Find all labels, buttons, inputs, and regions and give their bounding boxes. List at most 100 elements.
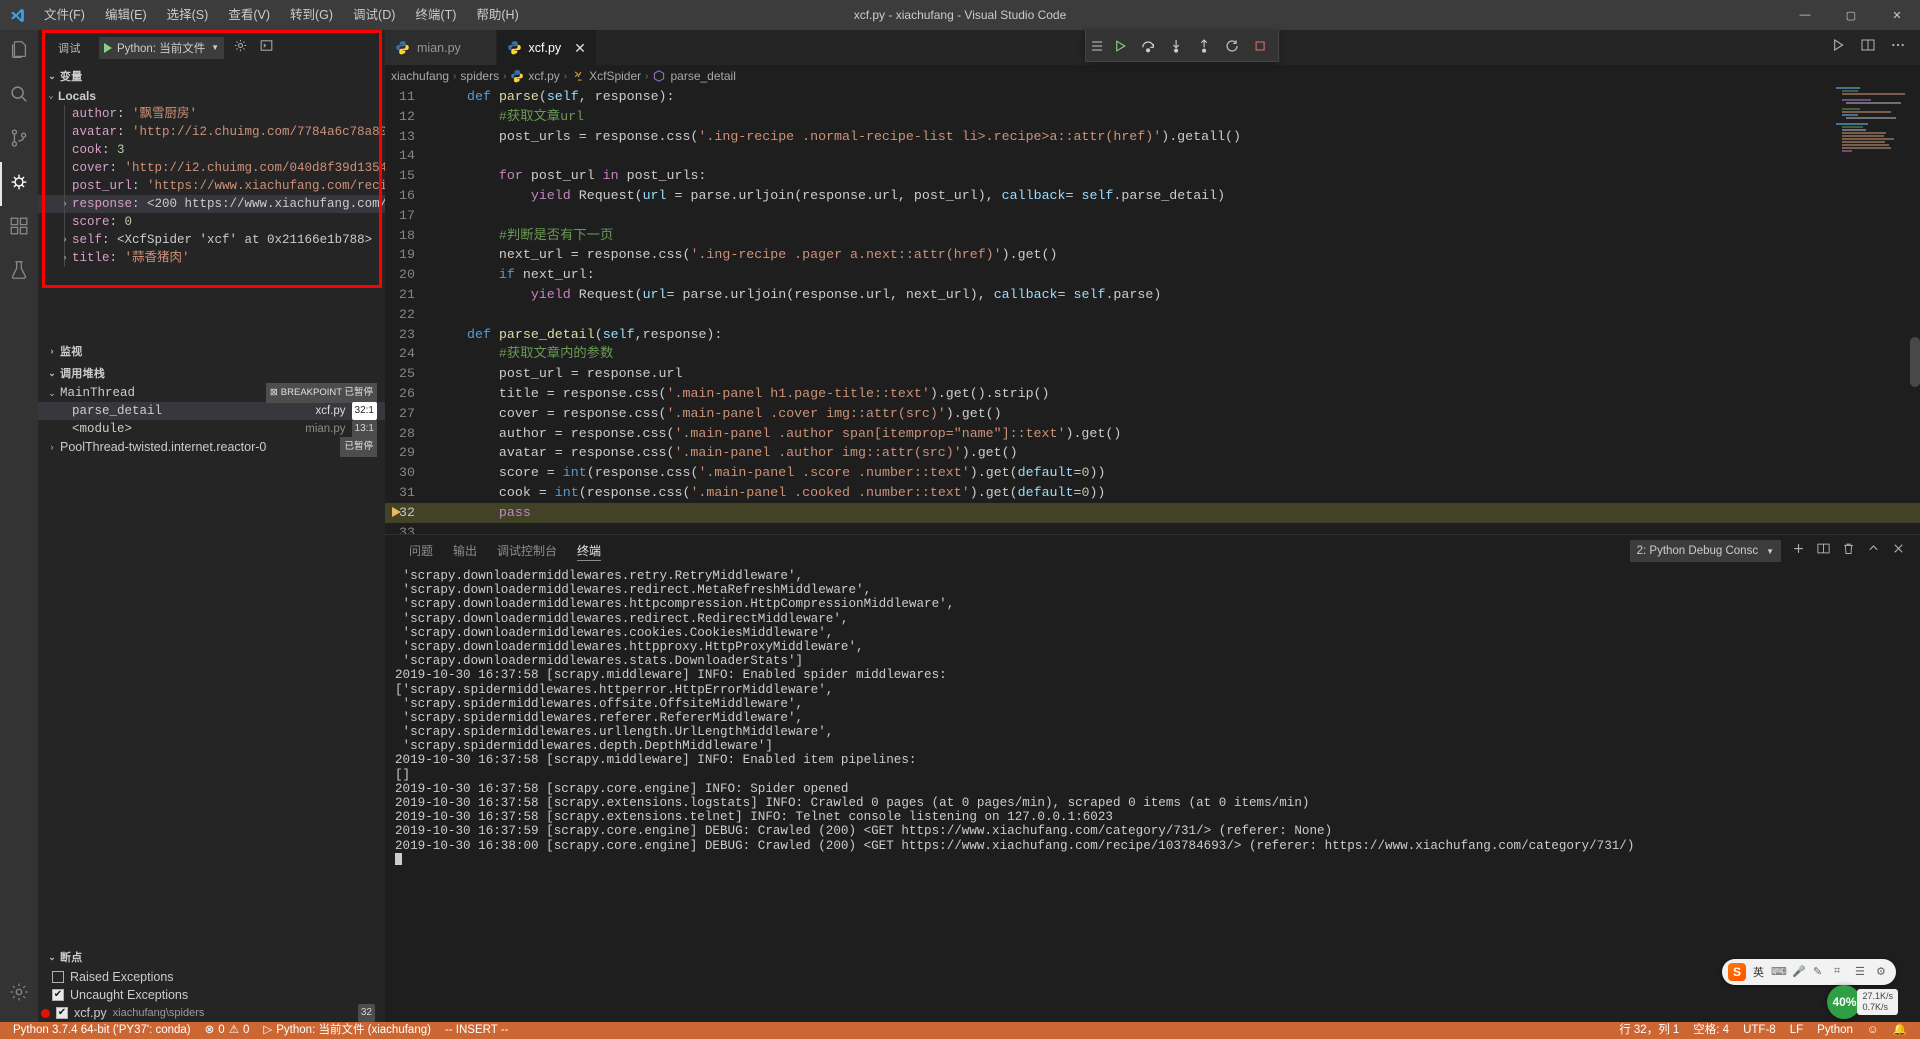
minimize-button[interactable]: — [1782, 0, 1828, 30]
chevron-down-icon[interactable]: ⌄ [44, 384, 60, 402]
status-language-mode[interactable]: Python [1810, 1022, 1860, 1039]
activity-settings[interactable] [0, 972, 38, 1016]
network-percent-ball[interactable]: 40% [1827, 985, 1862, 1019]
variable-row-response[interactable]: › response: <200 https://www.xiachufang.… [38, 195, 385, 213]
close-button[interactable]: ✕ [1874, 0, 1920, 30]
tab-debug-console[interactable]: 调试控制台 [487, 535, 567, 567]
callstack-frame-module[interactable]: <module> mian.py 13:1 [38, 420, 385, 438]
menu-file[interactable]: 文件(F) [34, 0, 95, 30]
ime-mode-label[interactable]: 英 [1753, 964, 1764, 980]
menu-debug[interactable]: 调试(D) [343, 0, 405, 30]
menu-view[interactable]: 查看(V) [218, 0, 280, 30]
breadcrumb-item-folder[interactable]: xiachufang [391, 69, 449, 83]
status-debug-target[interactable]: ▷ Python: 当前文件 (xiachufang) [256, 1022, 438, 1039]
section-breakpoints-header[interactable]: ⌄ 断点 [38, 946, 385, 968]
restart-button[interactable] [1220, 34, 1244, 58]
notifications-bell-icon[interactable]: 🔔 [1886, 1022, 1914, 1039]
activity-test[interactable] [0, 250, 38, 294]
tab-xcf-py[interactable]: xcf.py ✕ [496, 30, 597, 65]
toolbox-icon[interactable]: ☰ [1855, 965, 1869, 979]
checkbox[interactable]: ✔ [56, 1007, 68, 1019]
menu-goto[interactable]: 转到(G) [280, 0, 343, 30]
breakpoints-list[interactable]: Raised Exceptions ✔ Uncaught Exceptions … [38, 968, 385, 1022]
chevron-right-icon[interactable]: › [58, 195, 72, 213]
open-launch-json-button[interactable] [230, 38, 250, 58]
checkbox[interactable] [52, 971, 64, 983]
callstack-thread-mainthread[interactable]: ⌄ MainThread ⊠ BREAKPOINT 已暂停 [38, 383, 385, 403]
status-indentation[interactable]: 空格: 4 [1686, 1022, 1736, 1039]
activity-search[interactable] [0, 74, 38, 118]
variable-row-post-url[interactable]: post_url: 'https://www.xiachufang.com/re… [38, 177, 385, 195]
run-file-icon[interactable] [1830, 37, 1846, 58]
section-callstack-header[interactable]: ⌄ 调用堆栈 [38, 362, 385, 384]
status-eol[interactable]: LF [1783, 1022, 1810, 1039]
code-editor[interactable]: 11 def parse(self, response): 12 #获取文章url… [385, 87, 1920, 534]
keyboard-icon[interactable]: ⌨ [1771, 965, 1787, 979]
maximize-button[interactable]: ▢ [1828, 0, 1874, 30]
menu-terminal[interactable]: 终端(T) [405, 0, 466, 30]
step-out-button[interactable] [1192, 34, 1216, 58]
callstack-frame-parse-detail[interactable]: parse_detail xcf.py 32:1 [38, 402, 385, 420]
microphone-icon[interactable]: 🎤 [1792, 965, 1806, 979]
activity-extensions[interactable] [0, 206, 38, 250]
breakpoint-uncaught-exceptions[interactable]: ✔ Uncaught Exceptions [38, 986, 385, 1004]
kill-terminal-icon[interactable] [1841, 541, 1856, 561]
network-monitor-widget[interactable]: 40% 27.1K/s 0.7K/s [1827, 985, 1898, 1019]
status-encoding[interactable]: UTF-8 [1736, 1022, 1783, 1039]
variable-row-score[interactable]: score: 0 [38, 213, 385, 231]
breakpoint-raised-exceptions[interactable]: Raised Exceptions [38, 968, 385, 986]
status-python-interpreter[interactable]: Python 3.7.4 64-bit ('PY37': conda) [6, 1022, 198, 1039]
open-debug-console-button[interactable] [256, 38, 276, 58]
status-problems[interactable]: ⊗ 0 ⚠ 0 [198, 1022, 257, 1039]
breakpoint-xcf-py[interactable]: ✔ xcf.py xiachufang\spiders 32 [38, 1004, 385, 1022]
variable-row-title[interactable]: › title: '蒜香猪肉' [38, 249, 385, 267]
chevron-right-icon[interactable]: › [44, 438, 60, 456]
callstack-list[interactable]: ⌄ MainThread ⊠ BREAKPOINT 已暂停 parse_deta… [38, 383, 385, 457]
tab-problems[interactable]: 问题 [399, 535, 443, 567]
split-editor-icon[interactable] [1860, 37, 1876, 58]
variable-row-self[interactable]: › self: <XcfSpider 'xcf' at 0x21166e1b78… [38, 231, 385, 249]
variable-row-cook[interactable]: cook: 3 [38, 141, 385, 159]
menu-edit[interactable]: 编辑(E) [95, 0, 157, 30]
ime-settings-icon[interactable]: ⚙ [1876, 965, 1890, 979]
variable-row-author[interactable]: author: '飘雪厨房' [38, 105, 385, 123]
callstack-thread-poolthread[interactable]: › PoolThread-twisted.internet.reactor-0 … [38, 437, 385, 457]
activity-explorer[interactable] [0, 30, 38, 74]
menu-help[interactable]: 帮助(H) [466, 0, 528, 30]
more-actions-icon[interactable] [1890, 37, 1906, 58]
code-line-current[interactable]: 32 pass [385, 502, 1920, 523]
handwriting-icon[interactable]: ✎ [1813, 965, 1827, 979]
step-over-button[interactable] [1136, 34, 1160, 58]
debug-floating-toolbar[interactable] [1084, 30, 1279, 62]
split-terminal-icon[interactable] [1816, 541, 1831, 561]
variables-list[interactable]: ⌄ Locals author: '飘雪厨房' avatar: 'http://… [38, 87, 385, 340]
section-variables-header[interactable]: ⌄ 变量 [38, 65, 385, 87]
tab-terminal[interactable]: 终端 [567, 535, 611, 567]
breadcrumb-item-file[interactable]: xcf.py [510, 69, 560, 83]
breadcrumb-item-method[interactable]: parse_detail [652, 69, 736, 83]
continue-button[interactable] [1108, 34, 1132, 58]
menu-selection[interactable]: 选择(S) [157, 0, 219, 30]
checkbox[interactable]: ✔ [52, 989, 64, 1001]
close-icon[interactable]: ✕ [574, 41, 586, 55]
breadcrumb[interactable]: xiachufang › spiders › xcf.py › XcfSpide… [385, 65, 1920, 87]
breadcrumb-item-spiders[interactable]: spiders [460, 69, 499, 83]
symbols-icon[interactable]: ⌗ [1834, 965, 1848, 979]
debug-config-dropdown[interactable]: Python: 当前文件 ▼ [99, 36, 224, 59]
chevron-right-icon[interactable]: › [58, 231, 72, 249]
feedback-smiley-icon[interactable]: ☺ [1860, 1022, 1886, 1039]
editor-scrollbar[interactable] [1910, 337, 1920, 387]
step-into-button[interactable] [1164, 34, 1188, 58]
ime-toolbar[interactable]: S 英 ⌨ 🎤 ✎ ⌗ ☰ ⚙ [1722, 959, 1896, 985]
chevron-right-icon[interactable]: › [58, 249, 72, 267]
tab-mian-py[interactable]: mian.py ✕ [385, 30, 497, 65]
breadcrumb-item-class[interactable]: XcfSpider [571, 69, 641, 83]
variable-row-avatar[interactable]: avatar: 'http://i2.chuimg.com/7784a6c78a… [38, 123, 385, 141]
maximize-panel-icon[interactable] [1866, 541, 1881, 561]
section-watch-header[interactable]: › 监视 [38, 340, 385, 362]
activity-debug[interactable] [0, 162, 38, 206]
status-cursor-position[interactable]: 行 32，列 1 [1612, 1022, 1686, 1039]
tab-output[interactable]: 输出 [443, 535, 487, 567]
terminal-selector[interactable]: 2: Python Debug Consc ▼ [1629, 540, 1781, 562]
stop-button[interactable] [1248, 34, 1272, 58]
